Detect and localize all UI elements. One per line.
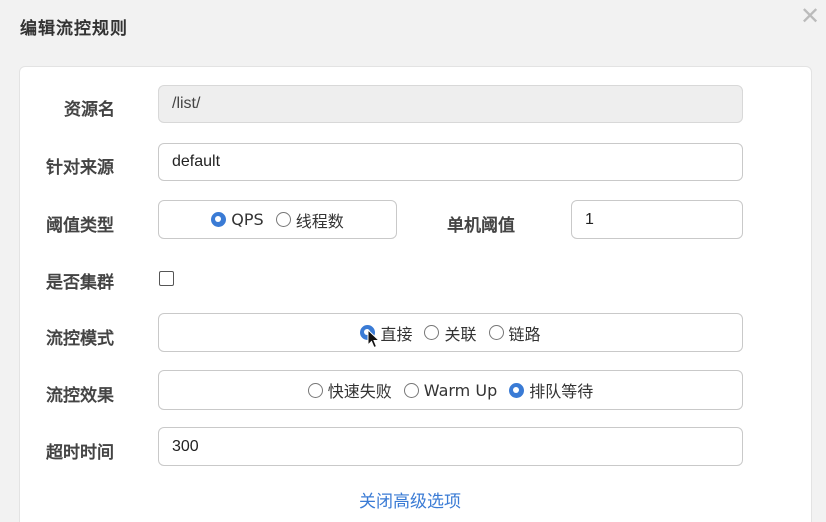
timeout-label: 超时时间 [46,443,114,463]
mouse-cursor-icon [367,329,381,349]
grade-label: 阈值类型 [46,216,114,236]
strategy-option-label: 直接 [380,324,413,344]
toggle-advanced-link[interactable]: 关闭高级选项 [359,487,461,512]
radio-unchecked-icon [403,382,419,398]
limit-app-value: default [172,153,221,170]
radio-unchecked-icon [275,212,291,227]
radio-checked-icon [211,212,227,227]
radio-unchecked-icon [424,325,440,340]
radio-unchecked-icon [307,382,323,398]
resource-field: /list/ [158,85,743,123]
grade-option-label: 线程数 [295,211,344,231]
count-input[interactable]: 1 [571,200,743,239]
behavior-option-label: 排队等待 [529,382,594,401]
behavior-option-warm-up[interactable]: Warm Up [403,380,498,400]
timeout-input[interactable]: 300 [158,427,743,466]
limit-app-label: 针对来源 [46,158,114,178]
behavior-option-queue[interactable]: 排队等待 [509,378,593,402]
strategy-option-label: 关联 [444,324,477,344]
grade-option-threads[interactable]: 线程数 [275,208,344,232]
strategy-option-chain[interactable]: 链路 [488,321,541,345]
grade-radio-group: QPS 线程数 [158,200,397,239]
close-icon[interactable]: ✕ [798,4,822,29]
resource-value: /list/ [172,95,201,112]
behavior-option-label: 快速失败 [327,382,392,401]
grade-option-label: QPS [231,210,264,229]
behavior-option-fast-fail[interactable]: 快速失败 [307,378,392,402]
dialog-title: 编辑流控规则 [20,19,128,39]
strategy-option-label: 链路 [508,324,541,344]
strategy-label: 流控模式 [46,329,114,349]
grade-option-qps[interactable]: QPS [211,210,264,229]
resource-label: 资源名 [64,100,115,120]
behavior-label: 流控效果 [46,386,114,406]
radio-unchecked-icon [488,325,504,340]
strategy-radio-group: 直接 关联 链路 [158,313,743,352]
limit-app-input[interactable]: default [158,143,743,181]
cluster-label: 是否集群 [46,273,114,293]
count-value: 1 [585,210,594,228]
strategy-option-relate[interactable]: 关联 [424,321,477,345]
cluster-checkbox[interactable] [159,271,174,286]
behavior-radio-group: 快速失败 Warm Up 排队等待 [158,370,743,410]
radio-checked-icon [509,382,525,398]
behavior-option-label: Warm Up [423,380,498,400]
count-label: 单机阈值 [447,216,515,236]
timeout-value: 300 [172,437,199,455]
